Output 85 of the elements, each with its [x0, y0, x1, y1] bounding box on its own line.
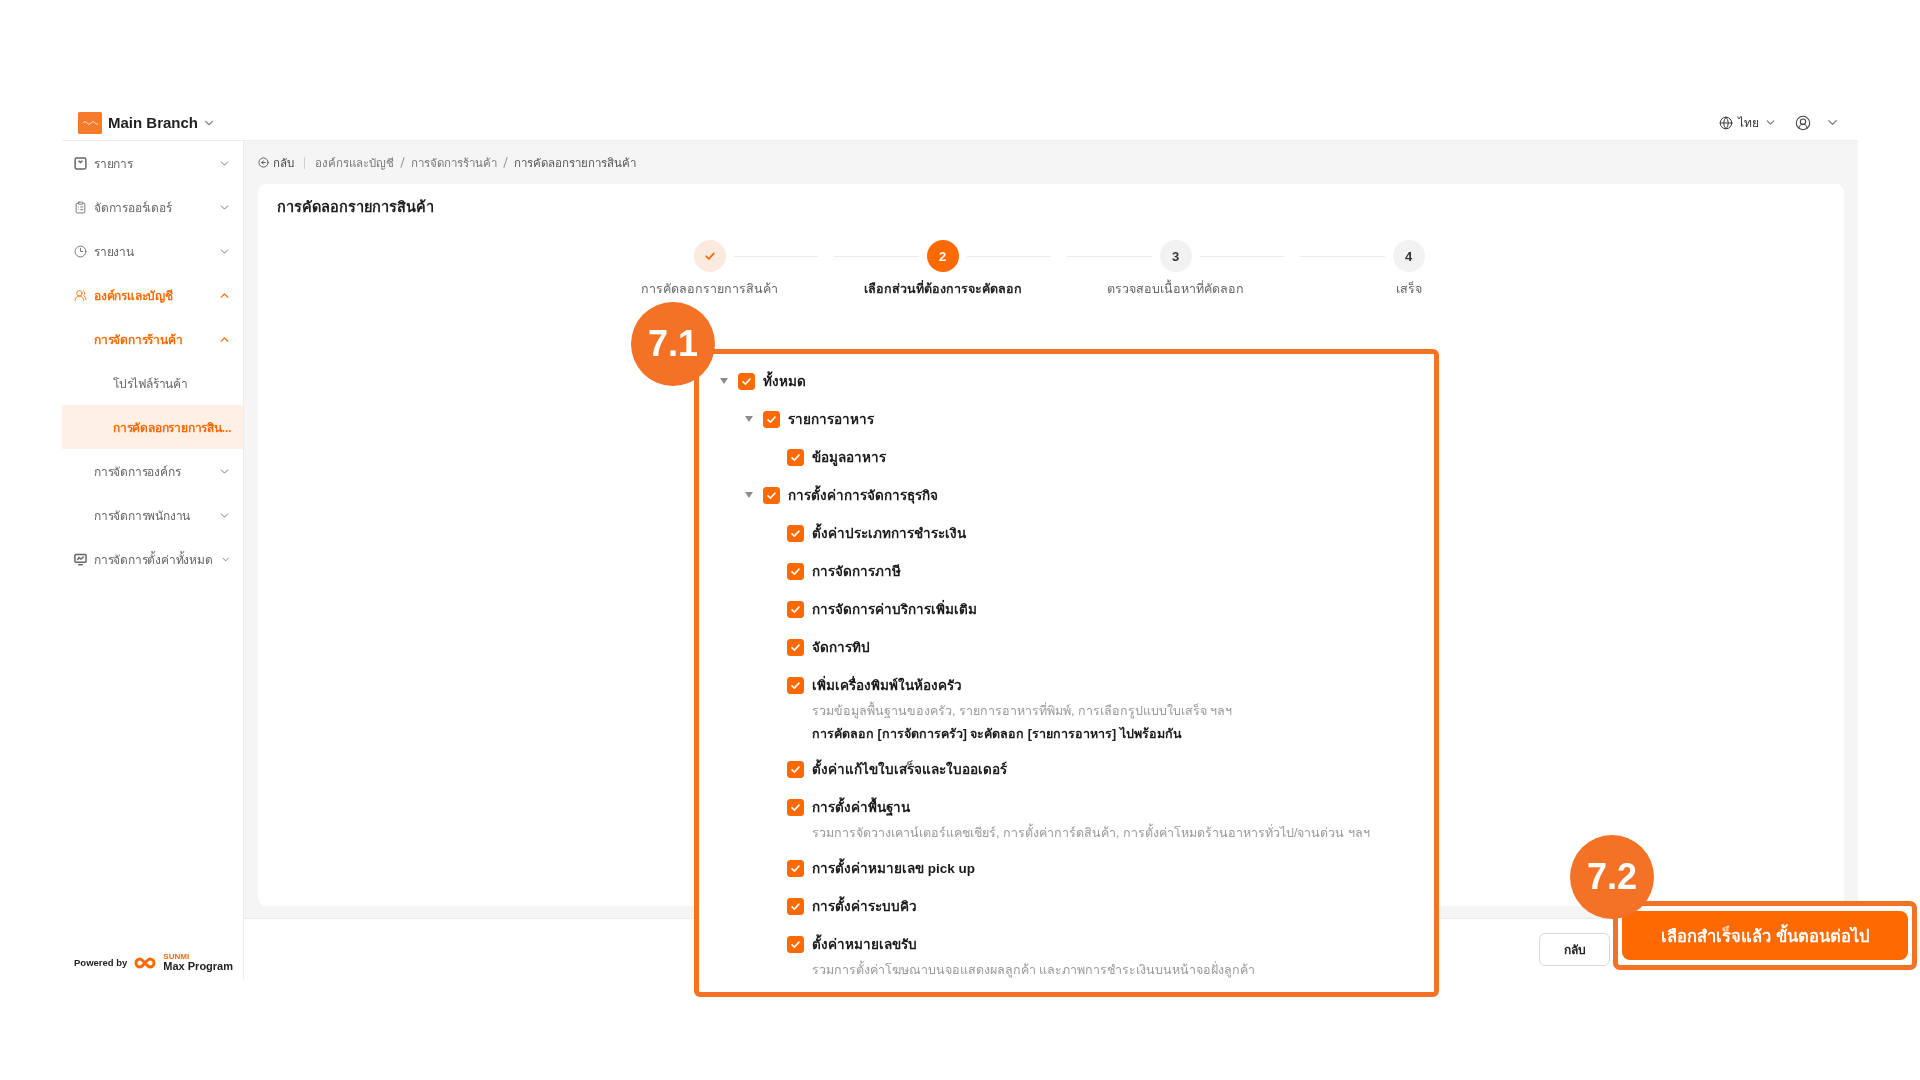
- checkbox[interactable]: [787, 935, 804, 953]
- checkbox[interactable]: [787, 600, 804, 618]
- check-icon: [765, 489, 777, 501]
- powered-by-text: Powered by: [74, 957, 128, 968]
- users-icon: [74, 288, 87, 302]
- caret-down-icon[interactable]: [720, 378, 728, 384]
- caret-down-icon[interactable]: [744, 492, 753, 498]
- checkbox[interactable]: [787, 448, 804, 466]
- checkbox[interactable]: [787, 897, 804, 915]
- step-label: เลือกส่วนที่ต้องการจะคัดลอก: [863, 279, 1022, 298]
- page-title: การคัดลอกรายการสินค้า: [277, 198, 435, 217]
- step-label: เสร็จ: [1395, 280, 1422, 298]
- checkbox[interactable]: [787, 524, 804, 542]
- breadcrumb-link[interactable]: การคัดลอกรายการสินค้า: [514, 153, 636, 172]
- option-label: ตั้งค่าแก้ไขใบเสร็จและใบออเดอร์: [812, 758, 1007, 780]
- brand-name: Max Program: [163, 961, 234, 972]
- sidebar-item[interactable]: การจัดการองค์กร: [62, 449, 243, 493]
- breadcrumb-link[interactable]: การจัดการร้านค้า: [411, 153, 497, 172]
- clipboard-icon: [74, 200, 87, 214]
- checkbox[interactable]: [762, 486, 780, 504]
- option-label: ทั้งหมด: [763, 370, 806, 392]
- step-label: การคัดลอกรายการสินค้า: [641, 281, 778, 298]
- option-label: การตั้งค่าหมายเลข pick up: [812, 857, 975, 879]
- option-label: การตั้งค่าพื้นฐาน: [812, 796, 910, 818]
- checkbox[interactable]: [762, 410, 780, 428]
- check-icon: [790, 900, 801, 912]
- option-label: รายการอาหาร: [787, 411, 874, 429]
- check-icon: [790, 527, 801, 539]
- option-description: รวมข้อมูลพื้นฐานของครัว, รายการอาหารที่พิมพ์, การเลือกรูปแบบใบเสร็จ ฯลฯ: [812, 700, 1233, 723]
- checkbox[interactable]: [787, 638, 804, 656]
- logo-icon: [78, 111, 102, 134]
- check-icon: [790, 451, 801, 463]
- option-label: เพิ่มเครื่องพิมพ์ในห้องครัว: [812, 675, 962, 695]
- sidebar-item[interactable]: จัดการออร์เดอร์: [62, 185, 243, 229]
- clock-icon: [74, 244, 87, 258]
- check-icon: [741, 375, 752, 387]
- check-icon: [790, 801, 801, 813]
- check-icon: [790, 565, 801, 577]
- monitor-chart-icon: [74, 552, 87, 566]
- check-icon: [790, 679, 801, 691]
- checkbox[interactable]: [787, 676, 804, 694]
- check-icon: [790, 603, 801, 615]
- option-label: ข้อมูลอาหาร: [812, 449, 886, 468]
- step-indicator: 4: [1392, 240, 1425, 272]
- step-indicator: 3: [1159, 240, 1192, 272]
- checkbox[interactable]: [738, 372, 755, 390]
- check-icon: [790, 862, 801, 874]
- account-menu[interactable]: [1795, 114, 1840, 131]
- sidebar-item[interactable]: การจัดการพนักงาน: [62, 493, 243, 537]
- back-button[interactable]: กลับ: [1539, 933, 1610, 966]
- option-label: การตั้งค่าระบบคิว: [812, 895, 917, 917]
- checkbox[interactable]: [787, 562, 804, 580]
- check-icon: [790, 641, 801, 653]
- breadcrumb-link[interactable]: องค์กรและบัญชี: [315, 153, 394, 172]
- language-selector[interactable]: ไทย: [1719, 113, 1777, 132]
- infinity-logo-icon: [133, 955, 158, 970]
- option-description: รวมการจัดวางเคาน์เตอร์แคชเชียร์, การตั้งค่าการ์ดสินค้า, การตั้งค่าโหมดร้านอาหารทั่วไป/จานด่วน ฯลฯ: [812, 822, 1370, 845]
- option-label: การจัดการค่าบริการเพิ่มเติม: [812, 599, 977, 619]
- branch-selector[interactable]: Main Branch: [108, 114, 216, 131]
- tray-icon: [74, 156, 87, 170]
- sidebar-item[interactable]: รายการ: [62, 141, 243, 185]
- option-label: ตั้งค่าประเภทการชำระเงิน: [812, 522, 966, 544]
- check-icon: [790, 763, 801, 775]
- step-indicator: 2: [926, 240, 959, 272]
- checkbox[interactable]: [787, 859, 804, 877]
- check-icon: [790, 938, 801, 950]
- option-note: การคัดลอก [การจัดการครัว] จะคัดลอก [รายการอาหาร] ไปพร้อมกัน: [812, 726, 1182, 743]
- option-label: การตั้งค่าการจัดการธุรกิจ: [787, 484, 938, 506]
- globe-icon: [1719, 115, 1733, 130]
- option-label: ตั้งค่าหมายเลขรับ: [812, 933, 917, 955]
- check-icon: [765, 413, 777, 425]
- option-description: รวมการตั้งค่าโฆษณาบนจอแสดงผลลูกค้า และภาพการชำระเงินบนหน้าจอฝั่งลูกค้า: [812, 959, 1256, 982]
- sidebar-item[interactable]: การจัดการตั้งค่าทั้งหมด: [62, 537, 243, 581]
- checkbox[interactable]: [787, 798, 804, 816]
- option-label: การจัดการภาษี: [812, 563, 901, 581]
- check-icon: [703, 250, 716, 262]
- step-label: ตรวจสอบเนื้อหาที่คัดลอก: [1107, 279, 1244, 299]
- checkbox[interactable]: [787, 760, 804, 778]
- user-icon: [1795, 114, 1811, 131]
- sidebar-item[interactable]: รายงาน: [62, 229, 243, 273]
- sidebar-item[interactable]: โปรไฟล์ร้านค้า: [62, 361, 243, 405]
- option-label: จัดการทิป: [812, 639, 870, 657]
- back-link[interactable]: กลับ: [258, 153, 294, 172]
- brand-caption: SUNMI: [163, 953, 191, 961]
- caret-down-icon[interactable]: [744, 416, 753, 422]
